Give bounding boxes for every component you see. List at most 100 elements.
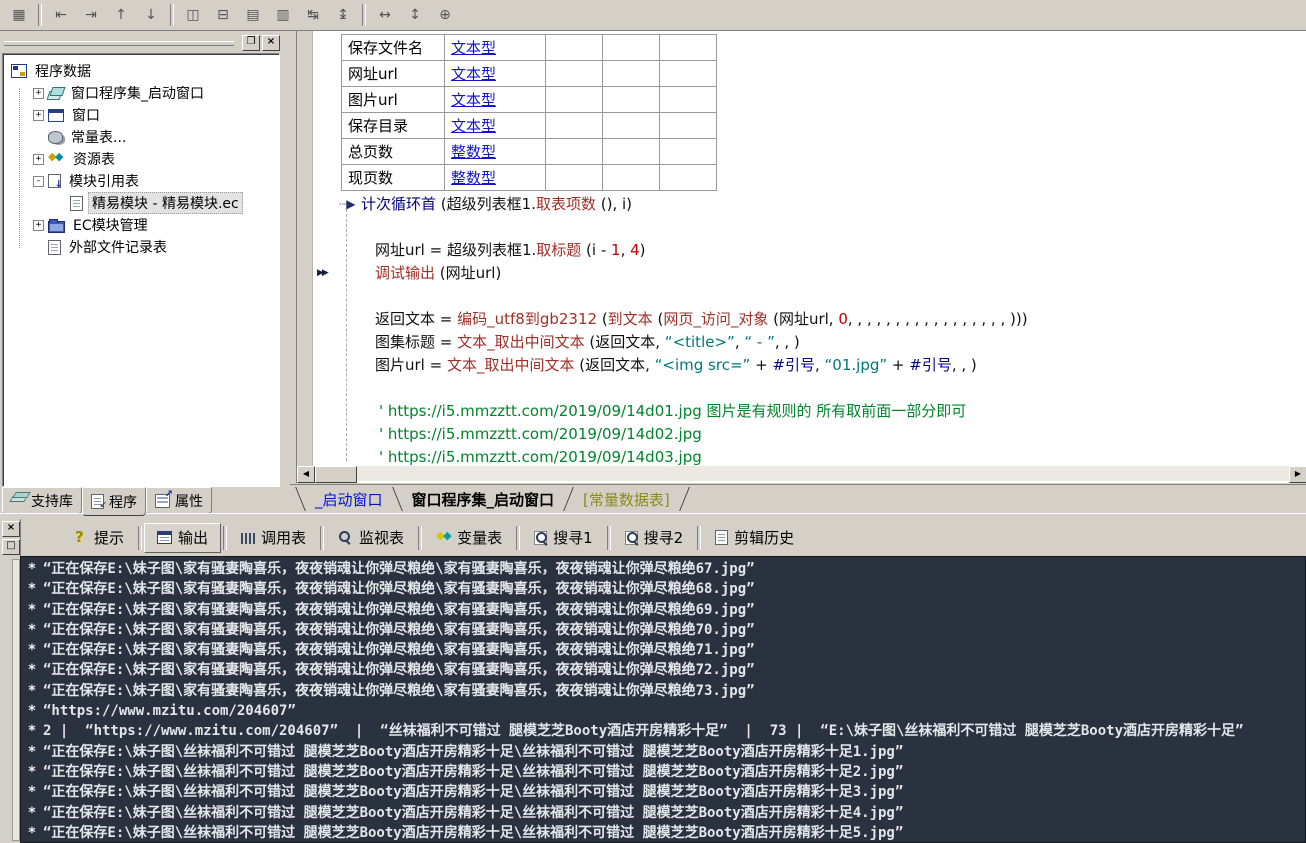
console-line: *“正在保存E:\妹子图\家有骚妻陶喜乐，夜夜销魂让你弹尽粮绝\家有骚妻陶喜乐，… [21, 640, 1305, 660]
scroll-left-button[interactable]: ◀ [297, 466, 315, 483]
code-line[interactable]: 图片url = 文本_取出中间文本 (返回文本, “<img src=” + #… [297, 354, 1306, 377]
scroll-right-button[interactable]: ▶ [1289, 466, 1306, 483]
output-tab-提示[interactable]: 提示 [61, 524, 136, 552]
code-token: , [621, 241, 631, 259]
code-line[interactable] [297, 216, 1306, 239]
toolbar-button-align-right[interactable]: ⇥ [77, 2, 105, 28]
float-panel-button[interactable]: □ [2, 539, 20, 555]
variable-row[interactable]: 保存文件名文本型 [342, 35, 717, 61]
sidebar-tab-支持库[interactable]: 支持库 [2, 487, 82, 514]
variable-type[interactable]: 文本型 [445, 87, 546, 113]
toolbar-button-same-width[interactable]: ▤ [239, 2, 267, 28]
code-token: , , , , , , , , , , , , , , , , , ))) [848, 310, 1028, 328]
editor-tab-2[interactable]: 窗口程序集_启动窗口 [398, 487, 569, 512]
output-tab-搜寻1[interactable]: 搜寻1 [522, 524, 605, 552]
scrollbar-thumb[interactable] [315, 466, 357, 483]
output-tab-搜寻2[interactable]: 搜寻2 [613, 524, 696, 552]
sidebar-tab-属性[interactable]: 属性 [146, 487, 212, 514]
code-line[interactable]: ' https://i5.mmzztt.com/2019/09/14d02.jp… [297, 423, 1306, 446]
clip-icon [715, 530, 728, 545]
console-line: *“正在保存E:\妹子图\家有骚妻陶喜乐，夜夜销魂让你弹尽粮绝\家有骚妻陶喜乐，… [21, 620, 1305, 640]
toolbar-button-center-vertical[interactable]: ⊟ [209, 2, 237, 28]
output-tab-变量表[interactable]: 变量表 [424, 524, 514, 552]
expand-icon[interactable]: + [33, 88, 44, 99]
code-line[interactable]: 图集标题 = 文本_取出中间文本 (返回文本, “<title>”, “ - ”… [297, 331, 1306, 354]
toolbar-button-align-bottom[interactable]: ↓ [137, 2, 165, 28]
expand-icon[interactable]: + [33, 110, 44, 121]
tree-item[interactable]: +窗口程序集_启动窗口 [3, 82, 279, 104]
tree-item[interactable]: 常量表... [3, 126, 279, 148]
expand-icon[interactable]: + [33, 220, 44, 231]
variable-row[interactable]: 保存目录文本型 [342, 113, 717, 139]
vertical-splitter[interactable] [284, 31, 296, 493]
tree-item[interactable]: 外部文件记录表 [3, 236, 279, 258]
float-button[interactable]: ❐ [242, 35, 260, 51]
toolbar-button-size-both[interactable]: ⊕ [431, 2, 459, 28]
console-line-marker: * [21, 620, 43, 640]
toolbar-button-size-width[interactable]: ↔ [371, 2, 399, 28]
tree-item[interactable]: + EC模块管理 [3, 214, 279, 236]
tree-item[interactable]: 精易模块 - 精易模块.ec [3, 192, 279, 214]
console-line-text: “https://www.mzitu.com/204607” [43, 703, 296, 719]
sidebar-tab-程序[interactable]: 程序 [82, 487, 146, 516]
output-panel: × □ 提示输出调用表监视表变量表搜寻1 搜寻2剪辑历史 *“正在保存E:\妹子图\… [0, 519, 1306, 843]
program-data-tree: 程序数据+窗口程序集_启动窗口+窗口常量表...+资源表-模块引用表精易模块 -… [2, 53, 280, 487]
output-tab-输出[interactable]: 输出 [144, 523, 221, 553]
code-line[interactable]: 网址url = 超级列表框1.取标题 (i - 1, 4) [297, 239, 1306, 262]
toolbar-button-center-horizontal[interactable]: ◫ [179, 2, 207, 28]
variable-type[interactable]: 文本型 [445, 113, 546, 139]
toolbar-button-same-height[interactable]: ▥ [269, 2, 297, 28]
variable-row[interactable]: 现页数整数型 [342, 165, 717, 191]
output-tab-剪辑历史[interactable]: 剪辑历史 [703, 524, 806, 552]
variable-row[interactable]: 总页数整数型 [342, 139, 717, 165]
code-line[interactable] [297, 285, 1306, 308]
console-line-marker: * [21, 660, 43, 680]
expand-icon[interactable]: + [33, 154, 44, 165]
tree-item[interactable]: -模块引用表 [3, 170, 279, 192]
toolbar-button-space-down[interactable]: ↨ [329, 2, 357, 28]
watch-icon [338, 531, 353, 544]
toolbar-button-grid[interactable]: ▦ [5, 2, 33, 28]
code-line[interactable]: ▶▶调试输出 (网址url) [297, 262, 1306, 285]
output-tab-调用表[interactable]: 调用表 [229, 524, 318, 552]
code-line[interactable]: ┄▶计次循环首 (超级列表框1.取表项数 (), i) [297, 193, 1306, 216]
console-left-strip [12, 559, 20, 841]
close-panel-button[interactable]: × [2, 521, 20, 537]
tree-item-label: 窗口 [69, 105, 103, 125]
code-line[interactable] [297, 377, 1306, 400]
variable-row[interactable]: 网址url文本型 [342, 61, 717, 87]
variable-type[interactable]: 整数型 [445, 165, 546, 191]
tree-item[interactable]: + 窗口 [3, 104, 279, 126]
collapse-icon[interactable]: - [33, 176, 44, 187]
toolbar-button-align-top[interactable]: ↑ [107, 2, 135, 28]
code-token: (网址url, [768, 310, 838, 328]
current-line-marker-icon: ▶▶ [317, 262, 327, 285]
code-editor[interactable]: 保存文件名文本型网址url文本型图片url文本型保存目录文本型总页数整数型现页数… [296, 31, 1306, 483]
variable-row[interactable]: 图片url文本型 [342, 87, 717, 113]
code-token: “01.jpg” [825, 356, 888, 374]
output-tab-监视表[interactable]: 监视表 [326, 524, 416, 552]
variable-name: 保存文件名 [342, 35, 445, 61]
center-horizontal-icon: ◫ [186, 7, 199, 23]
toolbar-button-align-left[interactable]: ⇤ [47, 2, 75, 28]
debug-console[interactable]: *“正在保存E:\妹子图\家有骚妻陶喜乐，夜夜销魂让你弹尽粮绝\家有骚妻陶喜乐，… [20, 556, 1306, 843]
code-line[interactable]: 返回文本 = 编码_utf8到gb2312 (到文本 (网页_访问_对象 (网址… [297, 308, 1306, 331]
variable-type[interactable]: 文本型 [445, 35, 546, 61]
panel-drag-grip[interactable] [4, 41, 234, 46]
variable-type[interactable]: 文本型 [445, 61, 546, 87]
code-token: , [815, 356, 825, 374]
tab-separator [697, 526, 701, 550]
tree-item[interactable]: +资源表 [3, 148, 279, 170]
editor-hscrollbar[interactable]: ◀ ▶ [297, 466, 1306, 481]
tree-item[interactable]: 程序数据 [3, 60, 279, 82]
code-token: 到文本 [608, 310, 653, 328]
code-line[interactable]: ' https://i5.mmzztt.com/2019/09/14d01.jp… [297, 400, 1306, 423]
editor-tab-3[interactable]: [常量数据表] [569, 487, 684, 512]
align-left-icon: ⇤ [55, 7, 67, 23]
tree-item-label: EC模块管理 [70, 215, 151, 235]
editor-tab-1[interactable]: _启动窗口 [301, 487, 397, 512]
close-button[interactable]: × [262, 35, 280, 51]
toolbar-button-space-across[interactable]: ↹ [299, 2, 327, 28]
variable-type[interactable]: 整数型 [445, 139, 546, 165]
toolbar-button-size-height[interactable]: ↕ [401, 2, 429, 28]
